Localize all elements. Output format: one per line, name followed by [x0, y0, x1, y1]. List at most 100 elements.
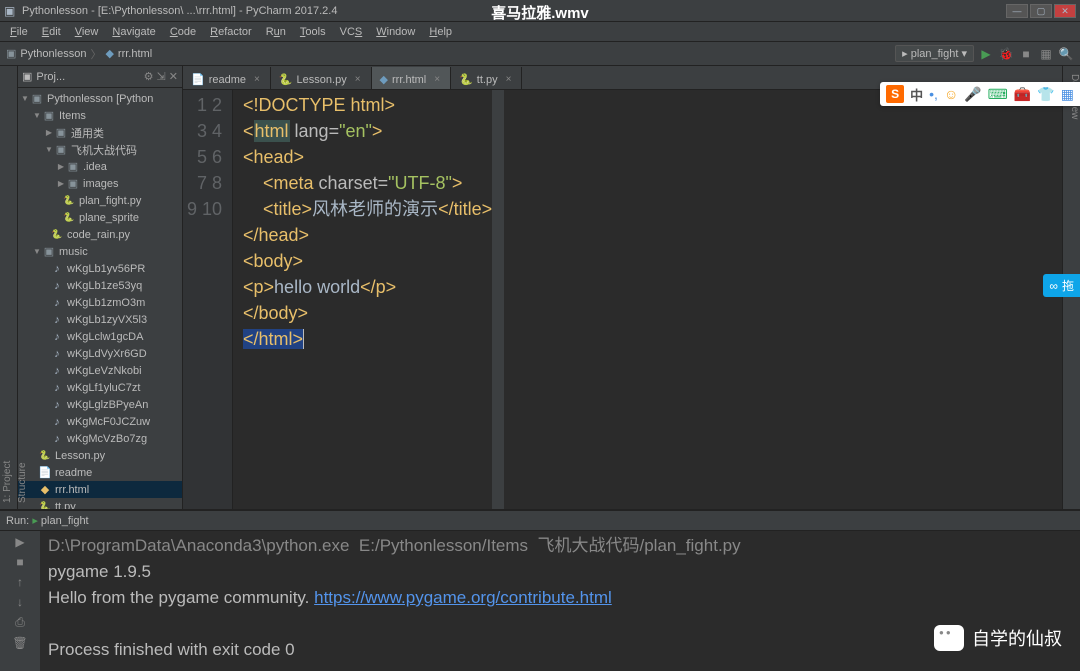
- tree-file[interactable]: ♪wKgLb1zmO3m: [18, 294, 182, 311]
- structure-tool-tab[interactable]: Structure: [15, 72, 30, 509]
- breadcrumb-root[interactable]: Pythonlesson: [20, 48, 86, 60]
- tree-file[interactable]: ♪wKgLb1yv56PR: [18, 260, 182, 277]
- tree-file[interactable]: ♪wKgLeVzNkobi: [18, 362, 182, 379]
- maximize-button[interactable]: ▢: [1030, 4, 1052, 18]
- line-gutter: 1 2 3 4 5 6 7 8 9 10: [183, 90, 233, 509]
- tree-file[interactable]: ♪wKgLb1zyVX5l3: [18, 311, 182, 328]
- close-tab-icon[interactable]: ×: [434, 74, 440, 85]
- menu-code[interactable]: Code: [164, 24, 202, 40]
- breadcrumb[interactable]: ▣ Pythonlesson 〉 ◆ rrr.html: [6, 46, 152, 62]
- cloud-icon: ∞: [1049, 279, 1058, 293]
- left-tool-strip: 1: Project Structure: [0, 66, 18, 509]
- menu-file[interactable]: File: [4, 24, 34, 40]
- debug-button[interactable]: 🐞: [998, 46, 1014, 62]
- run-button[interactable]: ▶: [978, 46, 994, 62]
- editor-area: 📄 readme× 🐍 Lesson.py× ◆ rrr.html× 🐍 tt.…: [183, 66, 1062, 509]
- ime-menu-icon[interactable]: ▦: [1061, 86, 1074, 103]
- ime-keyboard-icon[interactable]: ⌨: [988, 86, 1008, 103]
- window-controls: — ▢ ✕: [1006, 4, 1076, 18]
- run-panel: Run: ▸ plan_fight ▶ ■ ↑ ↓ ⎙ 🗑 D:\Program…: [0, 509, 1080, 671]
- rerun-button[interactable]: ▶: [15, 535, 24, 549]
- menu-edit[interactable]: Edit: [36, 24, 67, 40]
- ime-logo-icon: S: [886, 85, 904, 103]
- cloud-overlay-badge[interactable]: ∞拖: [1043, 274, 1080, 297]
- down-button[interactable]: ↓: [17, 595, 23, 609]
- trash-button[interactable]: 🗑: [12, 636, 27, 650]
- close-tab-icon[interactable]: ×: [506, 74, 512, 85]
- editor-scrollbar[interactable]: [492, 90, 504, 509]
- tree-file-html-selected[interactable]: ◆rrr.html: [18, 481, 182, 498]
- tree-file-py[interactable]: 🐍plane_sprite: [18, 209, 182, 226]
- coverage-button[interactable]: ▦: [1038, 46, 1054, 62]
- menu-bar: File Edit View Navigate Code Refactor Ru…: [0, 22, 1080, 42]
- code-editor[interactable]: 1 2 3 4 5 6 7 8 9 10 <!DOCTYPE html> <ht…: [183, 90, 1062, 509]
- tree-file[interactable]: ♪wKgLclw1gcDA: [18, 328, 182, 345]
- project-tool-tab[interactable]: 1: Project: [0, 72, 15, 509]
- ime-toolbar[interactable]: S 中 •, ☺ 🎤 ⌨ 🧰 👕 ▦: [880, 82, 1080, 106]
- console-output[interactable]: D:\ProgramData\Anaconda3\python.exe E:/P…: [40, 531, 1080, 671]
- tab-rrr-active[interactable]: ◆ rrr.html×: [372, 67, 452, 89]
- navigation-bar: ▣ Pythonlesson 〉 ◆ rrr.html ▸ plan_fight…: [0, 42, 1080, 66]
- menu-refactor[interactable]: Refactor: [204, 24, 258, 40]
- run-config-selector[interactable]: ▸ plan_fight ▾: [895, 45, 974, 62]
- close-button[interactable]: ✕: [1054, 4, 1076, 18]
- tree-folder[interactable]: ▶▣.idea: [18, 158, 182, 175]
- wechat-icon: [934, 625, 964, 651]
- up-button[interactable]: ↑: [17, 575, 23, 589]
- run-toolbar: ▶ ■ ↑ ↓ ⎙ 🗑: [0, 531, 40, 671]
- ime-punct-icon[interactable]: •,: [929, 86, 938, 102]
- code-content[interactable]: <!DOCTYPE html> <html lang="en"> <head> …: [233, 90, 492, 509]
- print-button[interactable]: ⎙: [15, 615, 25, 630]
- tree-file[interactable]: ♪wKgLglzBPyeAn: [18, 396, 182, 413]
- wechat-watermark: 自学的仙叔: [934, 625, 1062, 651]
- ime-mic-icon[interactable]: 🎤: [964, 86, 981, 103]
- tree-file[interactable]: ♪wKgLf1yluC7zt: [18, 379, 182, 396]
- tree-file-txt[interactable]: 📄readme: [18, 464, 182, 481]
- tree-music[interactable]: ▼▣music: [18, 243, 182, 260]
- project-panel-header: ▣ Proj... ⚙ ⇲ ✕: [18, 66, 182, 88]
- wechat-name-label: 自学的仙叔: [972, 625, 1062, 651]
- menu-tools[interactable]: Tools: [294, 24, 332, 40]
- close-tab-icon[interactable]: ×: [355, 74, 361, 85]
- breadcrumb-file[interactable]: rrr.html: [118, 48, 152, 60]
- tree-file-py[interactable]: 🐍plan_fight.py: [18, 192, 182, 209]
- main-area: 1: Project Structure ▣ Proj... ⚙ ⇲ ✕ ▼▣P…: [0, 66, 1080, 509]
- stop-button[interactable]: ■: [1018, 46, 1034, 62]
- menu-window[interactable]: Window: [370, 24, 421, 40]
- tree-file[interactable]: ♪wKgMcF0JCZuw: [18, 413, 182, 430]
- tree-folder-fighter[interactable]: ▼▣飞机大战代码: [18, 141, 182, 158]
- video-overlay-title: 喜马拉雅.wmv: [491, 2, 589, 23]
- tree-file-py[interactable]: 🐍Lesson.py: [18, 447, 182, 464]
- ime-lang-indicator[interactable]: 中: [910, 85, 923, 104]
- ime-toolbox-icon[interactable]: 🧰: [1014, 86, 1031, 103]
- tab-readme[interactable]: 📄 readme×: [183, 67, 271, 89]
- search-button[interactable]: 🔍: [1058, 46, 1074, 62]
- project-tree[interactable]: ▼▣Pythonlesson [Python ▼▣Items ▶▣通用类 ▼▣飞…: [18, 88, 182, 509]
- menu-vcs[interactable]: VCS: [334, 24, 369, 40]
- app-icon: ▣: [4, 4, 18, 18]
- menu-help[interactable]: Help: [423, 24, 458, 40]
- ime-emoji-icon[interactable]: ☺: [944, 86, 958, 102]
- menu-navigate[interactable]: Navigate: [106, 24, 161, 40]
- project-panel: ▣ Proj... ⚙ ⇲ ✕ ▼▣Pythonlesson [Python ▼…: [18, 66, 183, 509]
- panel-settings-icon[interactable]: ⚙ ⇲ ✕: [144, 70, 178, 83]
- run-panel-header: Run: ▸ plan_fight: [0, 511, 1080, 531]
- tree-file[interactable]: ♪wKgLb1ze53yq: [18, 277, 182, 294]
- tree-file-py[interactable]: 🐍tt.py: [18, 498, 182, 509]
- menu-run[interactable]: Run: [260, 24, 292, 40]
- stop-run-button[interactable]: ■: [16, 555, 23, 569]
- tab-lesson[interactable]: 🐍 Lesson.py×: [271, 67, 372, 89]
- menu-view[interactable]: View: [69, 24, 105, 40]
- tree-folder[interactable]: ▶▣通用类: [18, 124, 182, 141]
- tree-folder[interactable]: ▶▣images: [18, 175, 182, 192]
- close-tab-icon[interactable]: ×: [254, 74, 260, 85]
- tree-file[interactable]: ♪wKgLdVyXr6GD: [18, 345, 182, 362]
- tree-file-py[interactable]: 🐍code_rain.py: [18, 226, 182, 243]
- tab-tt[interactable]: 🐍 tt.py×: [451, 67, 522, 89]
- minimize-button[interactable]: —: [1006, 4, 1028, 18]
- tree-items[interactable]: ▼▣Items: [18, 107, 182, 124]
- tree-file[interactable]: ♪wKgMcVzBo7zg: [18, 430, 182, 447]
- ime-skin-icon[interactable]: 👕: [1037, 86, 1054, 103]
- tree-root[interactable]: ▼▣Pythonlesson [Python: [18, 90, 182, 107]
- console-link[interactable]: https://www.pygame.org/contribute.html: [314, 588, 612, 607]
